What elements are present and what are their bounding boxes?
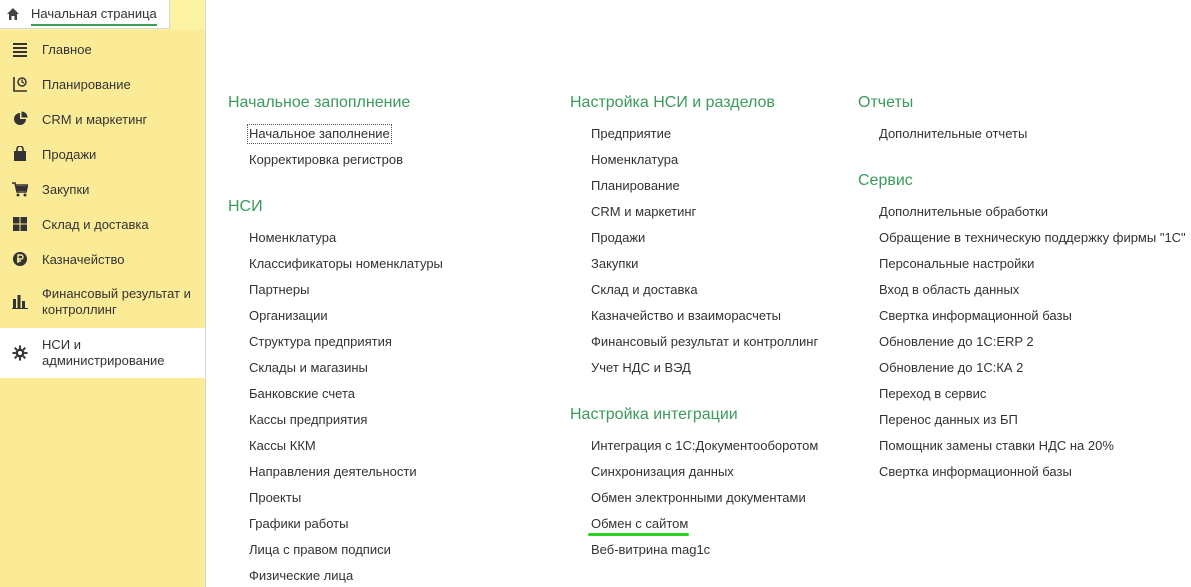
sidebar-item-crm[interactable]: CRM и маркетинг — [0, 103, 205, 135]
bar-chart-icon — [12, 295, 28, 309]
sidebar-item-main[interactable]: Главное — [0, 33, 205, 65]
link-service-item[interactable]: Обновление до 1С:КА 2 — [879, 360, 1023, 376]
link-nsi-item[interactable]: Лица с правом подписи — [249, 542, 391, 558]
link-service-item[interactable]: Перенос данных из БП — [879, 412, 1018, 428]
warehouse-grid-icon — [13, 217, 27, 231]
link-service-item[interactable]: Свертка информационной базы — [879, 308, 1072, 324]
sidebar-item-label: НСИ и администрирование — [42, 337, 165, 368]
link-nsi-item[interactable]: Партнеры — [249, 282, 309, 298]
link-service-item[interactable]: Переход в сервис — [879, 386, 986, 402]
link-site-exchange[interactable]: Обмен с сайтом — [591, 516, 688, 532]
main-content: Начальное запоплнение Начальное заполнен… — [207, 0, 1191, 587]
sidebar-item-label: Закупки — [42, 182, 90, 197]
sidebar-item-planning[interactable]: Планирование — [0, 68, 205, 100]
group-title-initial: Начальное запоплнение — [228, 94, 411, 111]
link-nsi-item[interactable]: Направления деятельности — [249, 464, 417, 480]
sidebar-item-label: Казначейство — [42, 252, 125, 267]
link-service-item[interactable]: Обращение в техническую поддержку фирмы … — [879, 230, 1186, 246]
sidebar-item-warehouse[interactable]: Склад и доставка — [0, 208, 205, 240]
sidebar-item-finance[interactable]: Финансовый результат и контроллинг — [0, 278, 205, 324]
cart-icon — [12, 182, 28, 197]
link-settings-item[interactable]: CRM и маркетинг — [591, 204, 696, 220]
link-settings-item[interactable]: Продажи — [591, 230, 645, 246]
link-service-item[interactable]: Помощник замены ставки НДС на 20% — [879, 438, 1114, 454]
sidebar-item-label: Планирование — [42, 77, 131, 92]
link-settings-item[interactable]: Финансовый результат и контроллинг — [591, 334, 818, 350]
sidebar-item-label: Главное — [42, 42, 92, 57]
planning-icon — [13, 77, 27, 92]
link-settings-item[interactable]: Предприятие — [591, 126, 671, 142]
link-nsi-item[interactable]: Склады и магазины — [249, 360, 368, 376]
link-settings-item[interactable]: Склад и доставка — [591, 282, 698, 298]
link-settings-item[interactable]: Номенклатура — [591, 152, 678, 168]
link-service-item[interactable]: Персональные настройки — [879, 256, 1034, 272]
link-reports-item[interactable]: Дополнительные отчеты — [879, 126, 1027, 142]
link-integration-item[interactable]: Веб-витрина mag1c — [591, 542, 710, 558]
link-settings-item[interactable]: Казначейство и взаиморасчеты — [591, 308, 781, 324]
link-nsi-item[interactable]: Проекты — [249, 490, 301, 506]
link-nsi-item[interactable]: Банковские счета — [249, 386, 355, 402]
sidebar-item-label: CRM и маркетинг — [42, 112, 148, 127]
group-title-reports: Отчеты — [858, 94, 914, 111]
link-nsi-item[interactable]: Графики работы — [249, 516, 348, 532]
sidebar-item-label: Склад и доставка — [42, 217, 149, 232]
link-service-item[interactable]: Вход в область данных — [879, 282, 1019, 298]
tab-bar: Начальная страница — [0, 0, 206, 30]
sidebar-item-sales[interactable]: Продажи — [0, 138, 205, 170]
home-icon — [7, 8, 19, 20]
sidebar-item-treasury[interactable]: Казначейство — [0, 243, 205, 275]
group-title-nsi-settings: Настройка НСИ и разделов — [570, 94, 775, 111]
gear-icon — [12, 345, 28, 361]
pie-chart-icon — [14, 111, 28, 125]
link-nsi-item[interactable]: Классификаторы номенклатуры — [249, 256, 443, 272]
link-service-item[interactable]: Свертка информационной базы — [879, 464, 1072, 480]
link-nsi-item[interactable]: Физические лица — [249, 568, 353, 584]
link-integration-item[interactable]: Обмен электронными документами — [591, 490, 806, 506]
ruble-coin-icon — [13, 252, 27, 266]
shopping-bag-icon — [14, 146, 26, 161]
link-nsi-item[interactable]: Структура предприятия — [249, 334, 392, 350]
sidebar: Главное Планирование CRM и маркетинг Про… — [0, 30, 206, 587]
link-register-correction[interactable]: Корректировка регистров — [249, 152, 403, 168]
link-service-item[interactable]: Обновление до 1С:ERP 2 — [879, 334, 1034, 350]
group-title-nsi: НСИ — [228, 198, 263, 215]
link-settings-item[interactable]: Учет НДС и ВЭД — [591, 360, 691, 376]
group-title-integration: Настройка интеграции — [570, 406, 738, 423]
tab-home-label: Начальная страница — [31, 6, 157, 26]
sidebar-item-purchases[interactable]: Закупки — [0, 173, 205, 205]
sidebar-item-label: Финансовый результат и контроллинг — [42, 286, 191, 317]
menu-lines-icon — [13, 43, 27, 57]
link-nsi-item[interactable]: Кассы предприятия — [249, 412, 367, 428]
group-title-service: Сервис — [858, 172, 913, 189]
tab-home[interactable]: Начальная страница — [0, 0, 170, 29]
link-service-item[interactable]: Дополнительные обработки — [879, 204, 1048, 220]
link-settings-item[interactable]: Планирование — [591, 178, 680, 194]
link-integration-item[interactable]: Синхронизация данных — [591, 464, 734, 480]
link-initial-fill[interactable]: Начальное заполнение — [247, 124, 392, 144]
sidebar-item-admin[interactable]: НСИ и администрирование — [0, 328, 205, 378]
link-nsi-item[interactable]: Организации — [249, 308, 328, 324]
link-integration-item[interactable]: Интеграция с 1С:Документооборотом — [591, 438, 818, 454]
link-settings-item[interactable]: Закупки — [591, 256, 638, 272]
sidebar-item-label: Продажи — [42, 147, 97, 162]
link-nsi-item[interactable]: Кассы ККМ — [249, 438, 316, 454]
highlight-underline — [588, 533, 689, 536]
link-nsi-item[interactable]: Номенклатура — [249, 230, 336, 246]
